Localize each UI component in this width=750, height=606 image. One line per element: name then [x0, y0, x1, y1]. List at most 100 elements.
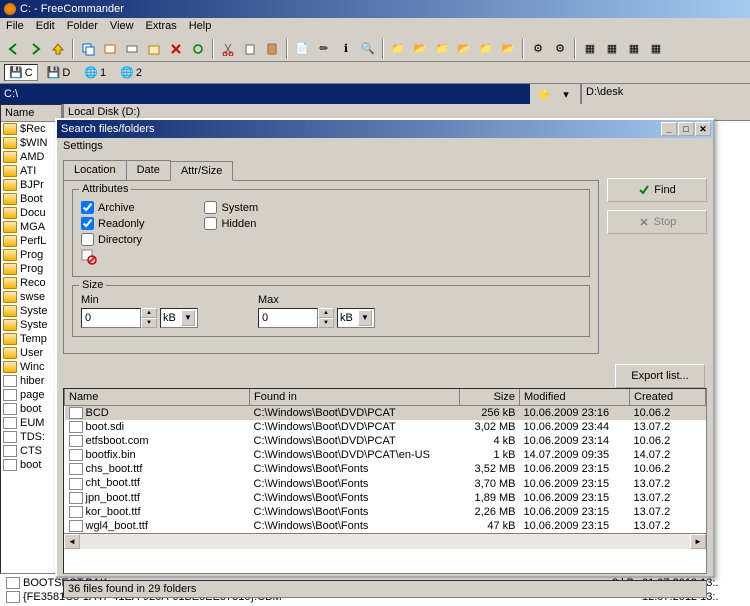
tool5-icon[interactable]: ▦ [624, 39, 644, 59]
dialog-menu-settings[interactable]: Settings [57, 138, 713, 154]
list-item[interactable]: Syste [1, 304, 61, 318]
list-item[interactable]: AMD [1, 150, 61, 164]
size-max-input[interactable] [258, 308, 318, 328]
drive-net1[interactable]: 🌐1 [79, 64, 111, 81]
table-row[interactable]: jpn_boot.ttfC:\Windows\Boot\Fonts1,89 MB… [65, 491, 706, 505]
path-left[interactable]: C:\ [0, 84, 530, 104]
col-name[interactable]: Name [65, 389, 250, 406]
table-row[interactable]: etfsboot.comC:\Windows\Boot\DVD\PCAT4 kB… [65, 434, 706, 448]
menu-help[interactable]: Help [189, 20, 212, 34]
list-item[interactable]: MGA [1, 220, 61, 234]
table-row[interactable]: kor_boot.ttfC:\Windows\Boot\Fonts2,26 MB… [65, 505, 706, 519]
list-item[interactable]: BJPr [1, 178, 61, 192]
table-row[interactable]: boot.sdiC:\Windows\Boot\DVD\PCAT3,02 MB1… [65, 420, 706, 434]
col-found-in[interactable]: Found in [250, 389, 460, 406]
path-fav-icon[interactable]: ⭐ [534, 84, 554, 104]
tool4-icon[interactable]: ▦ [602, 39, 622, 59]
menu-file[interactable]: File [6, 20, 24, 34]
delete-icon[interactable] [166, 39, 186, 59]
list-item[interactable]: $Rec [1, 122, 61, 136]
stop-button[interactable]: Stop [607, 210, 707, 234]
maximize-button[interactable]: □ [678, 122, 694, 136]
tool3-icon[interactable]: ▦ [580, 39, 600, 59]
results-table[interactable]: Name Found in Size Modified Created BCDC… [63, 388, 707, 574]
tab-location[interactable]: Location [63, 160, 127, 180]
tab-date[interactable]: Date [126, 160, 171, 180]
results-hscroll[interactable]: ◄► [64, 533, 706, 549]
newfolder-icon[interactable] [144, 39, 164, 59]
tab-attr-size[interactable]: Attr/Size [170, 161, 234, 181]
checkbox-system[interactable]: System [204, 201, 258, 214]
checkbox-directory[interactable]: Directory [81, 233, 144, 246]
drive-c[interactable]: 💾C [4, 64, 38, 81]
table-row[interactable]: chs_boot.ttfC:\Windows\Boot\Fonts3,52 MB… [65, 462, 706, 476]
list-item[interactable]: boot [1, 402, 61, 416]
checkbox-hidden[interactable]: Hidden [204, 217, 258, 230]
table-row[interactable]: bootfix.binC:\Windows\Boot\DVD\PCAT\en-U… [65, 448, 706, 462]
move-icon[interactable] [100, 39, 120, 59]
tool6-icon[interactable]: ▦ [646, 39, 666, 59]
list-item[interactable]: CTS [1, 444, 61, 458]
tool2-icon[interactable]: ⚙ [550, 39, 570, 59]
menu-extras[interactable]: Extras [146, 20, 177, 34]
list-item[interactable]: boot [1, 458, 61, 472]
table-row[interactable]: cht_boot.ttfC:\Windows\Boot\Fonts3,70 MB… [65, 476, 706, 490]
list-item[interactable]: page [1, 388, 61, 402]
list-item[interactable]: Prog [1, 262, 61, 276]
table-row[interactable]: BCDC:\Windows\Boot\DVD\PCAT256 kB10.06.2… [65, 406, 706, 421]
forward-icon[interactable] [26, 39, 46, 59]
props-icon[interactable]: ℹ [336, 39, 356, 59]
menu-view[interactable]: View [110, 20, 134, 34]
fav5-icon[interactable]: 📁 [476, 39, 496, 59]
refresh-icon[interactable] [188, 39, 208, 59]
list-item[interactable]: PerfL [1, 234, 61, 248]
path-history-icon[interactable]: ▾ [556, 84, 576, 104]
search-icon[interactable]: 🔍 [358, 39, 378, 59]
menu-folder[interactable]: Folder [67, 20, 98, 34]
size-min-spinner[interactable]: ▲▼ [141, 308, 157, 328]
back-icon[interactable] [4, 39, 24, 59]
list-item[interactable]: Syste [1, 318, 61, 332]
list-item[interactable]: Winc [1, 360, 61, 374]
left-header-name[interactable]: Name [1, 105, 61, 122]
list-item[interactable]: ATI [1, 164, 61, 178]
list-item[interactable]: Temp [1, 332, 61, 346]
up-icon[interactable] [48, 39, 68, 59]
size-max-spinner[interactable]: ▲▼ [318, 308, 334, 328]
checkbox-archive[interactable]: Archive [81, 201, 144, 214]
copy2-icon[interactable] [240, 39, 260, 59]
edit-icon[interactable]: ✏ [314, 39, 334, 59]
size-min-unit[interactable]: kB▼ [160, 308, 198, 328]
menu-edit[interactable]: Edit [36, 20, 55, 34]
fav6-icon[interactable]: 📂 [498, 39, 518, 59]
size-max-unit[interactable]: kB▼ [337, 308, 375, 328]
list-item[interactable]: swse [1, 290, 61, 304]
list-item[interactable]: Prog [1, 248, 61, 262]
dialog-titlebar[interactable]: Search files/folders _ □ ✕ [57, 120, 713, 138]
drive-d[interactable]: 💾D [42, 64, 76, 81]
col-modified[interactable]: Modified [520, 389, 630, 406]
path-right[interactable]: D:\desk [580, 84, 750, 104]
fav1-icon[interactable]: 📁 [388, 39, 408, 59]
col-size[interactable]: Size [460, 389, 520, 406]
export-list-button[interactable]: Export list... [615, 364, 705, 388]
checkbox-readonly[interactable]: Readonly [81, 217, 144, 230]
reset-attrs-icon[interactable] [81, 249, 144, 265]
list-item[interactable]: TDS: [1, 430, 61, 444]
rename-icon[interactable] [122, 39, 142, 59]
drive-net2[interactable]: 🌐2 [115, 64, 147, 81]
list-item[interactable]: Boot [1, 192, 61, 206]
view-icon[interactable]: 📄 [292, 39, 312, 59]
list-item[interactable]: hiber [1, 374, 61, 388]
list-item[interactable]: User [1, 346, 61, 360]
find-button[interactable]: Find [607, 178, 707, 202]
close-button[interactable]: ✕ [695, 122, 711, 136]
cut-icon[interactable] [218, 39, 238, 59]
fav4-icon[interactable]: 📂 [454, 39, 474, 59]
tool1-icon[interactable]: ⚙ [528, 39, 548, 59]
list-item[interactable]: Reco [1, 276, 61, 290]
list-item[interactable]: Docu [1, 206, 61, 220]
list-item[interactable]: EUM [1, 416, 61, 430]
size-min-input[interactable] [81, 308, 141, 328]
fav3-icon[interactable]: 📁 [432, 39, 452, 59]
